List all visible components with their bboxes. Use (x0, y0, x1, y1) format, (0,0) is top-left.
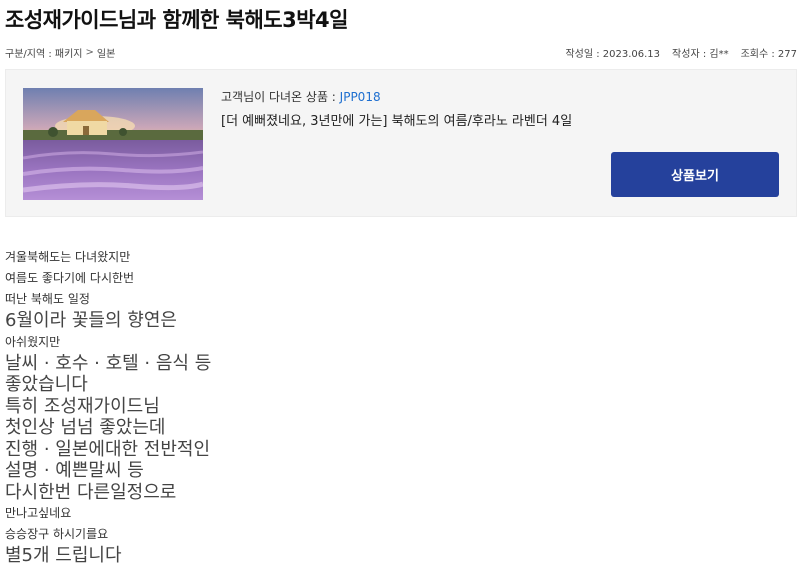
breadcrumb: 구분/지역 : 패키지 > 일본 (5, 45, 115, 60)
review-line: 설명 · 예쁜말씨 등 (5, 460, 144, 481)
view-count: 조회수 : 277 (740, 49, 797, 60)
category-label: 구분/지역 : 패키지 (5, 49, 83, 60)
review-line: 별5개 드립니다 (5, 545, 122, 566)
post-author: 작성자 : 김** (672, 49, 729, 60)
review-body: 겨울북해도는 다녀왔지만여름도 좋다기에 다시한번떠난 북해도 일정 6월이라 꽃… (5, 247, 211, 567)
region-label: 일본 (96, 49, 116, 60)
review-line: 첫인상 넘넘 좋았는데 (5, 417, 166, 438)
product-name: [더 예뻐졌네요, 3년만에 가는] 북해도의 여름/후라노 라벤더 4일 (221, 114, 573, 129)
review-line: 겨울북해도는 다녀왔지만 (5, 250, 131, 264)
lavender-field-image (23, 88, 203, 200)
post-date: 작성일 : 2023.06.13 (565, 49, 661, 60)
review-line: 떠난 북해도 일정 (5, 292, 90, 306)
review-line: 특히 조성재가이드님 (5, 395, 160, 417)
product-code-line: 고객님이 다녀온 상품 : JPP018 (221, 88, 381, 105)
view-product-button[interactable]: 상품보기 (611, 152, 779, 197)
review-line: 아쉬웠지만 (5, 334, 61, 349)
review-line: 다시한번 다른일정으로 (5, 481, 177, 503)
meta-row: 구분/지역 : 패키지 > 일본 작성일 : 2023.06.13 작성자 : … (5, 45, 797, 61)
product-code-label: 고객님이 다녀온 상품 : (221, 90, 340, 104)
review-line: 여름도 좋다기에 다시한번 (5, 271, 135, 285)
chevron-right-icon: > (85, 47, 94, 58)
product-code-link[interactable]: JPP018 (340, 90, 381, 104)
product-card: 고객님이 다녀온 상품 : JPP018 [더 예뻐졌네요, 3년만에 가는] … (5, 69, 797, 217)
review-line: 좋았습니다 (5, 374, 88, 395)
post-info: 작성일 : 2023.06.13 작성자 : 김** 조회수 : 277 (565, 45, 797, 60)
review-line: 진행 · 일본에대한 전반적인 (5, 438, 211, 460)
review-line: 날씨 · 호수 · 호텔 · 음식 등 (5, 352, 212, 374)
review-line: 6월이라 꽃들의 향연은 (5, 310, 177, 331)
review-line: 만나고싶네요 (5, 506, 72, 520)
review-line: 승승장구 하시기를요 (5, 527, 109, 541)
page-title: 조성재가이드님과 함께한 북해도3박4일 (5, 8, 348, 32)
product-thumbnail[interactable] (23, 88, 203, 200)
